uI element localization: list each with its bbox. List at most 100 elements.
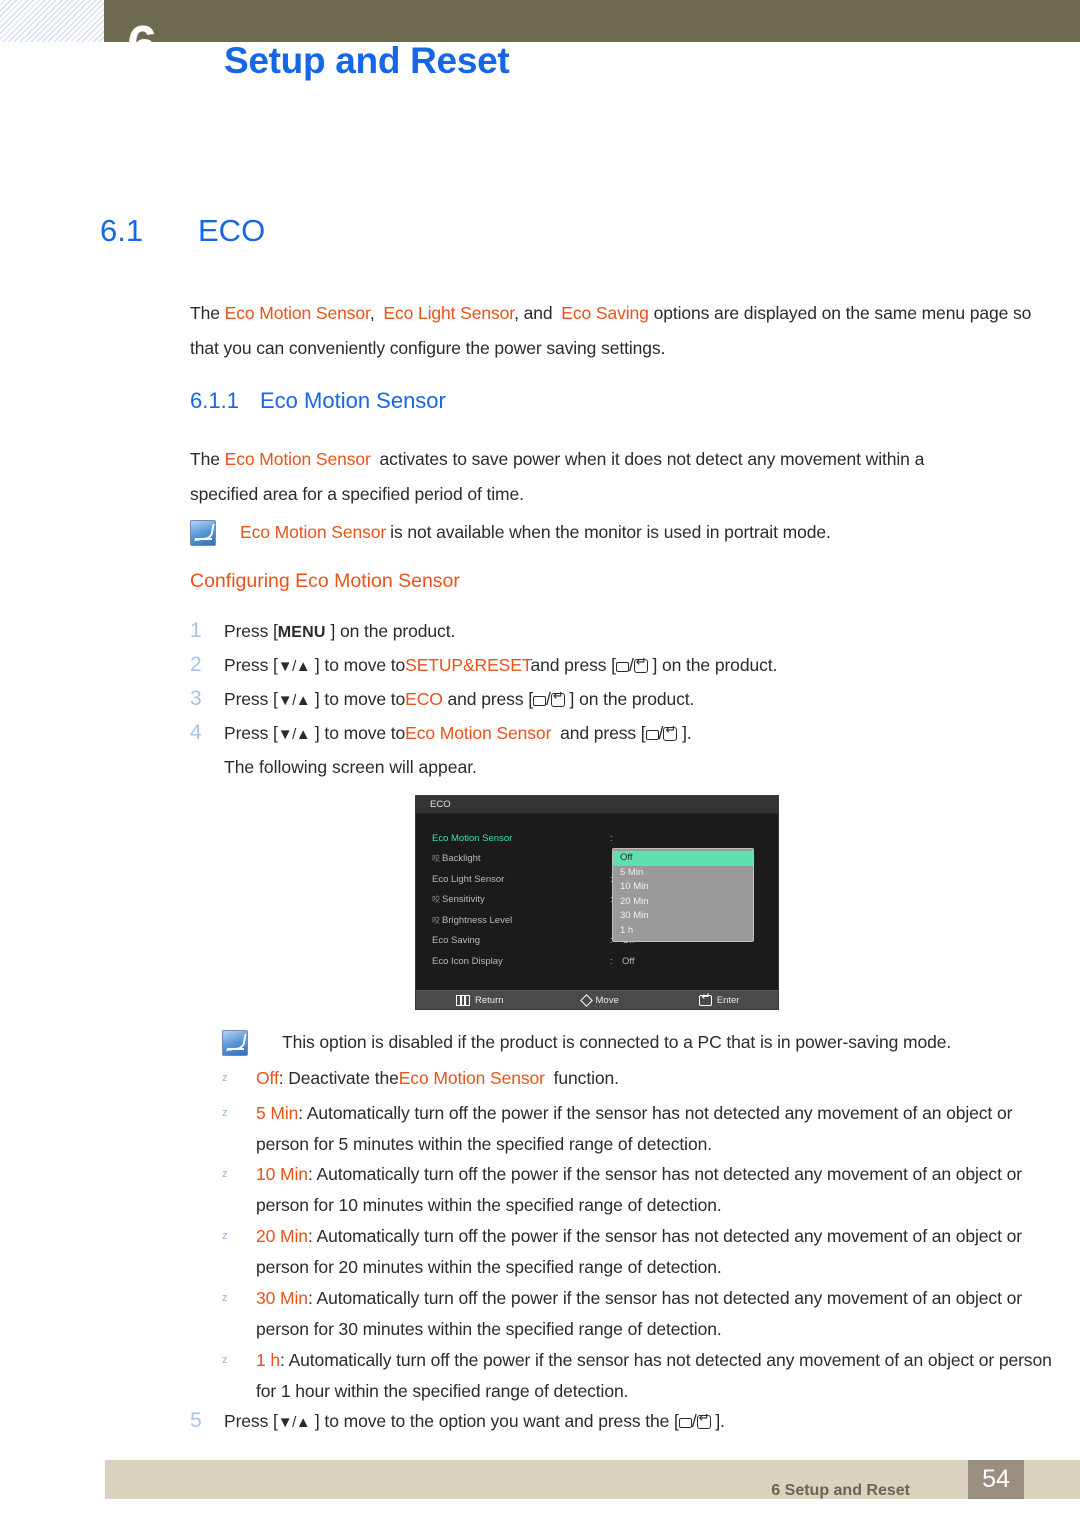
- note-pen-icon: [222, 1030, 248, 1056]
- enter-button-icon: [633, 655, 648, 673]
- updown-arrow-glyph: ▼/▲: [277, 658, 311, 675]
- bullet-text: 5 Min: Automatically turn off the power …: [256, 1098, 1042, 1160]
- updown-arrow-glyph: ▼/▲: [277, 726, 311, 743]
- step-3-post: ] on the product.: [569, 689, 695, 709]
- osd-item-backlight: 咬 Backlight: [432, 853, 610, 864]
- enter-button-icon: [696, 1411, 711, 1429]
- osd-dropdown-list[interactable]: Off 5 Min 10 Min 20 Min 30 Min 1 h: [612, 848, 754, 942]
- bullet-off-post: function.: [553, 1068, 619, 1088]
- updown-arrow-glyph: ▼/▲: [277, 692, 311, 709]
- osd-dropdown-option-5min[interactable]: 5 Min: [613, 866, 753, 881]
- step-4-mid: ] to move to: [314, 723, 406, 743]
- enter-button-icon: [550, 689, 565, 707]
- term-eco-saving: Eco Saving: [561, 303, 649, 323]
- diamond-icon: [579, 993, 593, 1007]
- osd-footer-enter[interactable]: Enter: [698, 992, 740, 1006]
- window-button-icon: [678, 1418, 692, 1428]
- list-item: z 20 Min: Automatically turn off the pow…: [222, 1221, 1042, 1283]
- osd-menu-row[interactable]: Eco Motion Sensor :: [416, 828, 778, 849]
- window-button-icon: [615, 662, 629, 672]
- step-4-mid2: and press [: [560, 723, 646, 743]
- list-item: z 5 Min: Automatically turn off the powe…: [222, 1098, 1042, 1160]
- osd-menu-row[interactable]: Eco Icon Display : Off: [416, 951, 778, 972]
- note-2-text: This option is disabled if the product i…: [282, 1032, 952, 1052]
- step-1-pre: Press [: [224, 621, 278, 641]
- section-number: 6.1: [100, 213, 144, 248]
- section-heading: 6.1 ECO: [100, 213, 265, 249]
- osd-dropdown-option-20min[interactable]: 20 Min: [613, 895, 753, 910]
- term-eco: ECO: [405, 689, 443, 709]
- osd-value-eco-icon-display: Off: [622, 955, 635, 967]
- osd-indent-glyph: 咬: [432, 915, 440, 925]
- osd-item-eco-icon-display: Eco Icon Display: [432, 955, 503, 967]
- three-bars-icon: [456, 994, 470, 1006]
- updown-arrow-glyph: ▼/▲: [277, 1414, 311, 1431]
- step-text: Press [▼/▲ ] to move to the option you w…: [224, 1404, 1020, 1440]
- step-number: 4: [190, 721, 202, 744]
- step-text: Press [▼/▲ ] to move toSETUP&RESETand pr…: [224, 648, 1020, 684]
- step-1-post: ] on the product.: [330, 621, 456, 641]
- bullet-text: 10 Min: Automatically turn off the power…: [256, 1159, 1042, 1221]
- note-callout: This option is disabled if the product i…: [222, 1028, 1052, 1056]
- bullet-marker: z: [222, 1354, 228, 1366]
- list-item: z 10 Min: Automatically turn off the pow…: [222, 1159, 1042, 1221]
- term-off: Off: [256, 1068, 279, 1088]
- note-pen-icon: [190, 520, 216, 546]
- osd-footer-enter-label: Enter: [716, 994, 740, 1006]
- list-item: z 1 h: Automatically turn off the power …: [222, 1345, 1052, 1407]
- osd-dropdown-option-30min[interactable]: 30 Min: [613, 909, 753, 924]
- term-eco-motion-sensor: Eco Motion Sensor: [398, 1068, 545, 1088]
- term-eco-motion-sensor: Eco Motion Sensor: [224, 449, 371, 469]
- osd-indent-glyph: 咬: [432, 854, 440, 864]
- step-3-pre: Press [: [224, 689, 278, 709]
- osd-item-eco-motion-sensor: Eco Motion Sensor: [432, 832, 513, 844]
- osd-footer-move[interactable]: Move: [579, 993, 619, 1007]
- enter-key-icon: [698, 992, 712, 1006]
- bullet-marker: z: [222, 1072, 228, 1084]
- osd-title: ECO: [416, 796, 778, 814]
- intro-sep-2: , and: [514, 303, 553, 323]
- bullet-5min-text: : Automatically turn off the power if th…: [256, 1103, 1013, 1154]
- bullet-text: 20 Min: Automatically turn off the power…: [256, 1221, 1042, 1283]
- document-page: 6 Setup and Reset 6.1 ECO The Eco Motion …: [0, 0, 1080, 1527]
- intro-pre: The: [190, 303, 220, 323]
- step-text: Press [▼/▲ ] to move toECO and press [/ …: [224, 682, 990, 718]
- osd-body: Eco Motion Sensor : 咬 Backlight Eco Light…: [416, 814, 778, 990]
- osd-dropdown-option-off[interactable]: Off: [613, 851, 753, 866]
- note-1-body: is not available when the monitor is use…: [390, 522, 831, 542]
- step-item: 1 Press [MENU ] on the product.: [190, 614, 990, 650]
- osd-dropdown-option-1h[interactable]: 1 h: [613, 924, 753, 939]
- bullet-text: 1 h: Automatically turn off the power if…: [256, 1345, 1052, 1407]
- bullet-marker: z: [222, 1168, 228, 1180]
- step-2-pre: Press [: [224, 655, 278, 675]
- step-4-followup-text: The following screen will appear.: [224, 757, 477, 777]
- osd-item-eco-light-sensor: Eco Light Sensor: [432, 873, 505, 885]
- section-title: ECO: [198, 213, 266, 248]
- bullet-1h-text: : Automatically turn off the power if th…: [256, 1350, 1052, 1401]
- osd-item-label: Brightness Level: [442, 914, 513, 926]
- page-title: Setup and Reset: [224, 40, 510, 81]
- osd-indent-glyph: 咬: [432, 895, 440, 905]
- osd-item-sensitivity: 咬 Sensitivity: [432, 894, 610, 905]
- osd-item-eco-saving: Eco Saving: [432, 935, 481, 947]
- chapter-number-badge: 6: [127, 15, 157, 75]
- term-20min: 20 Min: [256, 1226, 308, 1246]
- subsection-heading: 6.1.1 Eco Motion Sensor: [190, 388, 446, 414]
- osd-footer-return[interactable]: Return: [456, 994, 504, 1006]
- bullet-10min-text: : Automatically turn off the power if th…: [256, 1164, 1022, 1215]
- step-5-pre: Press [: [224, 1411, 278, 1431]
- osd-dropdown-option-10min[interactable]: 10 Min: [613, 880, 753, 895]
- osd-footer-move-label: Move: [595, 994, 619, 1006]
- osd-menu-screenshot: ECO Eco Motion Sensor : 咬 Backlight Eco L…: [415, 795, 779, 1010]
- bullet-30min-text: : Automatically turn off the power if th…: [256, 1288, 1022, 1339]
- step-2-mid: ] to move to: [314, 655, 406, 675]
- configuring-heading: Configuring Eco Motion Sensor: [190, 570, 460, 592]
- osd-item-brightness-level: 咬 Brightness Level: [432, 915, 610, 926]
- step-3-mid: ] to move to: [314, 689, 406, 709]
- step-2-post: ] on the product.: [652, 655, 778, 675]
- term-1h: 1 h: [256, 1350, 281, 1370]
- bullet-text: Off: Deactivate theEco Motion Sensor fun…: [256, 1063, 1032, 1094]
- note-text: Eco Motion Sensor is not available when t…: [240, 518, 831, 546]
- bullet-20min-text: : Automatically turn off the power if th…: [256, 1226, 1022, 1277]
- page-footer-bar: [105, 1460, 1080, 1499]
